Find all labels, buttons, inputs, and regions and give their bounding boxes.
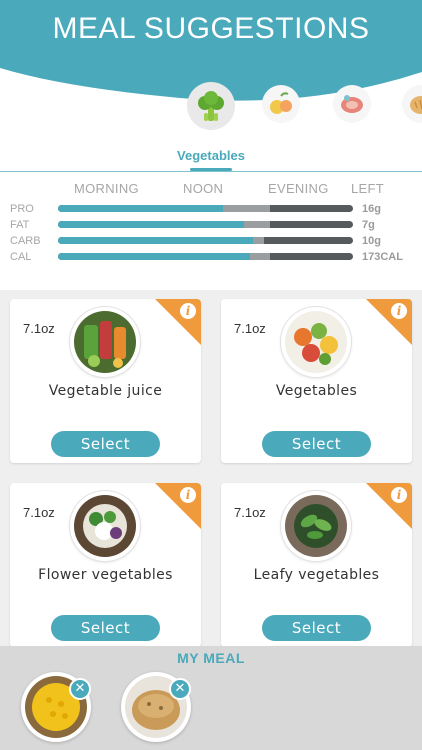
- column-morning: MORNING: [74, 181, 139, 196]
- suggestion-card: i 7.1oz Vegetable juice Select: [10, 299, 201, 463]
- bread-icon: [410, 96, 422, 114]
- nutrient-bar: [58, 237, 353, 244]
- nutrient-left-value: 7g: [362, 219, 375, 231]
- food-image: [70, 307, 140, 377]
- nutrient-left-value: 16g: [362, 203, 381, 215]
- broccoli-icon: [198, 91, 224, 121]
- nutrient-bar: [58, 253, 353, 260]
- planned-segment: [223, 205, 271, 212]
- info-icon[interactable]: i: [180, 487, 196, 503]
- fruit-icon: [270, 92, 292, 114]
- nutrient-bar: [58, 205, 353, 212]
- food-image: [70, 491, 140, 561]
- consumed-segment: [58, 221, 244, 228]
- my-meal-title: MY MEAL: [177, 650, 245, 666]
- planned-segment: [252, 237, 265, 244]
- select-button[interactable]: Select: [262, 431, 371, 457]
- category-meat[interactable]: [333, 85, 371, 123]
- portion-weight: 7.1oz: [23, 505, 55, 520]
- select-button[interactable]: Select: [262, 615, 371, 641]
- my-meal-panel: MY MEAL ✕ ✕: [0, 646, 422, 750]
- nutrient-bar: [58, 221, 353, 228]
- category-vegetables[interactable]: [187, 82, 235, 130]
- vegetables-image: [285, 311, 347, 373]
- divider: [0, 171, 422, 172]
- nutrient-left-value: 173CAL: [362, 251, 403, 263]
- portion-weight: 7.1oz: [234, 321, 266, 336]
- food-name: Vegetable juice: [48, 383, 163, 399]
- consumed-segment: [58, 237, 253, 244]
- remove-item-button[interactable]: ✕: [169, 678, 191, 700]
- remove-item-button[interactable]: ✕: [69, 678, 91, 700]
- nutrient-label: PRO: [10, 203, 34, 215]
- vegetable-juice-image: [74, 311, 136, 373]
- suggestion-card: i 7.1oz Vegetables Select: [221, 299, 412, 463]
- portion-weight: 7.1oz: [23, 321, 55, 336]
- nutrient-label: CAL: [10, 251, 32, 263]
- food-name: Flower vegetables: [38, 567, 173, 583]
- info-icon[interactable]: i: [180, 303, 196, 319]
- category-selector: [0, 82, 422, 132]
- category-fruit[interactable]: [262, 85, 300, 123]
- meat-icon: [341, 95, 363, 113]
- column-evening: EVENING: [268, 181, 329, 196]
- page-title: MEAL SUGGESTIONS: [52, 12, 370, 45]
- select-button[interactable]: Select: [51, 615, 160, 641]
- nutrient-label: FAT: [10, 219, 30, 231]
- food-image: [281, 491, 351, 561]
- portion-weight: 7.1oz: [234, 505, 266, 520]
- category-bread[interactable]: [402, 85, 422, 123]
- column-noon: NOON: [183, 181, 224, 196]
- active-category-label: Vegetables: [177, 148, 245, 163]
- suggestion-card: i 7.1oz Flower vegetables Select: [10, 483, 201, 647]
- nutrient-left-value: 10g: [362, 235, 381, 247]
- food-name: Vegetables: [275, 383, 358, 399]
- leafy-vegetables-image: [285, 495, 347, 557]
- planned-segment: [243, 221, 271, 228]
- food-image: [281, 307, 351, 377]
- consumed-segment: [58, 205, 224, 212]
- nutrient-label: CARB: [10, 235, 41, 247]
- flower-vegetables-image: [74, 495, 136, 557]
- suggestion-card: i 7.1oz Leafy vegetables Select: [221, 483, 412, 647]
- food-name: Leafy vegetables: [253, 567, 380, 583]
- select-button[interactable]: Select: [51, 431, 160, 457]
- planned-segment: [249, 253, 271, 260]
- info-icon[interactable]: i: [391, 303, 407, 319]
- consumed-segment: [58, 253, 250, 260]
- column-left: LEFT: [351, 181, 384, 196]
- info-icon[interactable]: i: [391, 487, 407, 503]
